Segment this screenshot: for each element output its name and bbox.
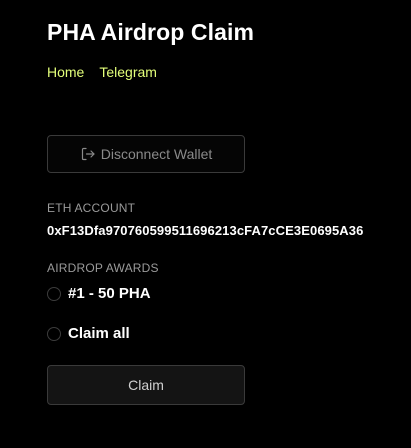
claim-button[interactable]: Claim <box>47 365 245 405</box>
award-option-claim-all-label: Claim all <box>68 325 130 342</box>
top-nav: Home Telegram <box>47 64 157 80</box>
page-title: PHA Airdrop Claim <box>47 19 255 45</box>
airdrop-awards-label: AIRDROP AWARDS <box>47 261 159 275</box>
award-option-1[interactable]: #1 - 50 PHA <box>47 285 151 302</box>
award-option-claim-all-radio[interactable] <box>47 326 61 341</box>
nav-link-home[interactable]: Home <box>47 64 84 80</box>
logout-icon <box>81 147 95 161</box>
eth-account-label: ETH ACCOUNT <box>47 201 136 215</box>
award-option-1-label: #1 - 50 PHA <box>68 285 151 302</box>
disconnect-wallet-button[interactable]: Disconnect Wallet <box>47 135 245 173</box>
award-option-claim-all[interactable]: Claim all <box>47 325 130 342</box>
nav-link-telegram[interactable]: Telegram <box>99 64 157 80</box>
award-option-1-radio[interactable] <box>47 286 61 301</box>
disconnect-wallet-label: Disconnect Wallet <box>100 146 213 162</box>
eth-account-address: 0xF13Dfa970760599511696213cFA7cCE3E0695A… <box>47 223 364 238</box>
